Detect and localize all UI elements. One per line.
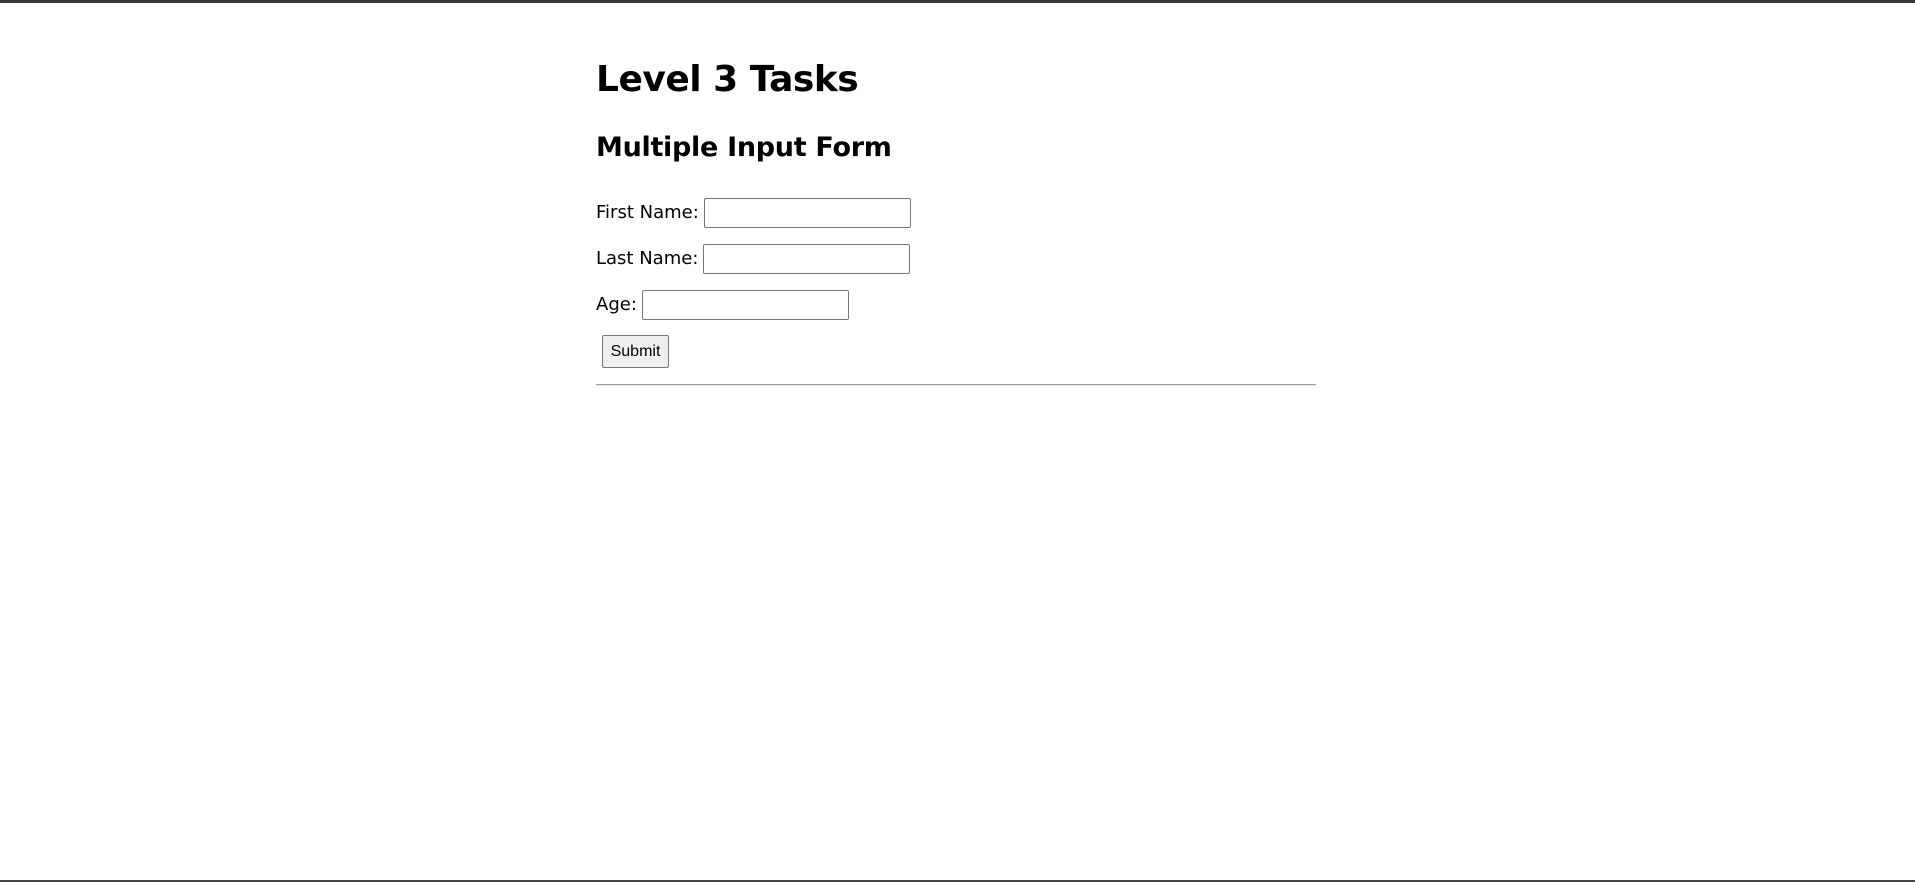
last-name-row: Last Name: xyxy=(596,242,911,276)
window-top-border xyxy=(0,0,1915,3)
first-name-input[interactable] xyxy=(703,198,911,228)
page-title: Level 3 Tasks xyxy=(596,59,859,100)
section-title: Multiple Input Form xyxy=(596,132,892,163)
last-name-label: Last Name: xyxy=(596,248,699,269)
first-name-label: First Name: xyxy=(596,202,699,223)
first-name-row: First Name: xyxy=(596,196,911,230)
age-input[interactable] xyxy=(641,290,849,320)
last-name-input[interactable] xyxy=(703,244,911,274)
age-label: Age: xyxy=(596,294,637,315)
age-row: Age: xyxy=(596,288,849,322)
submit-button[interactable]: Submit xyxy=(602,335,669,368)
divider xyxy=(596,384,1316,386)
